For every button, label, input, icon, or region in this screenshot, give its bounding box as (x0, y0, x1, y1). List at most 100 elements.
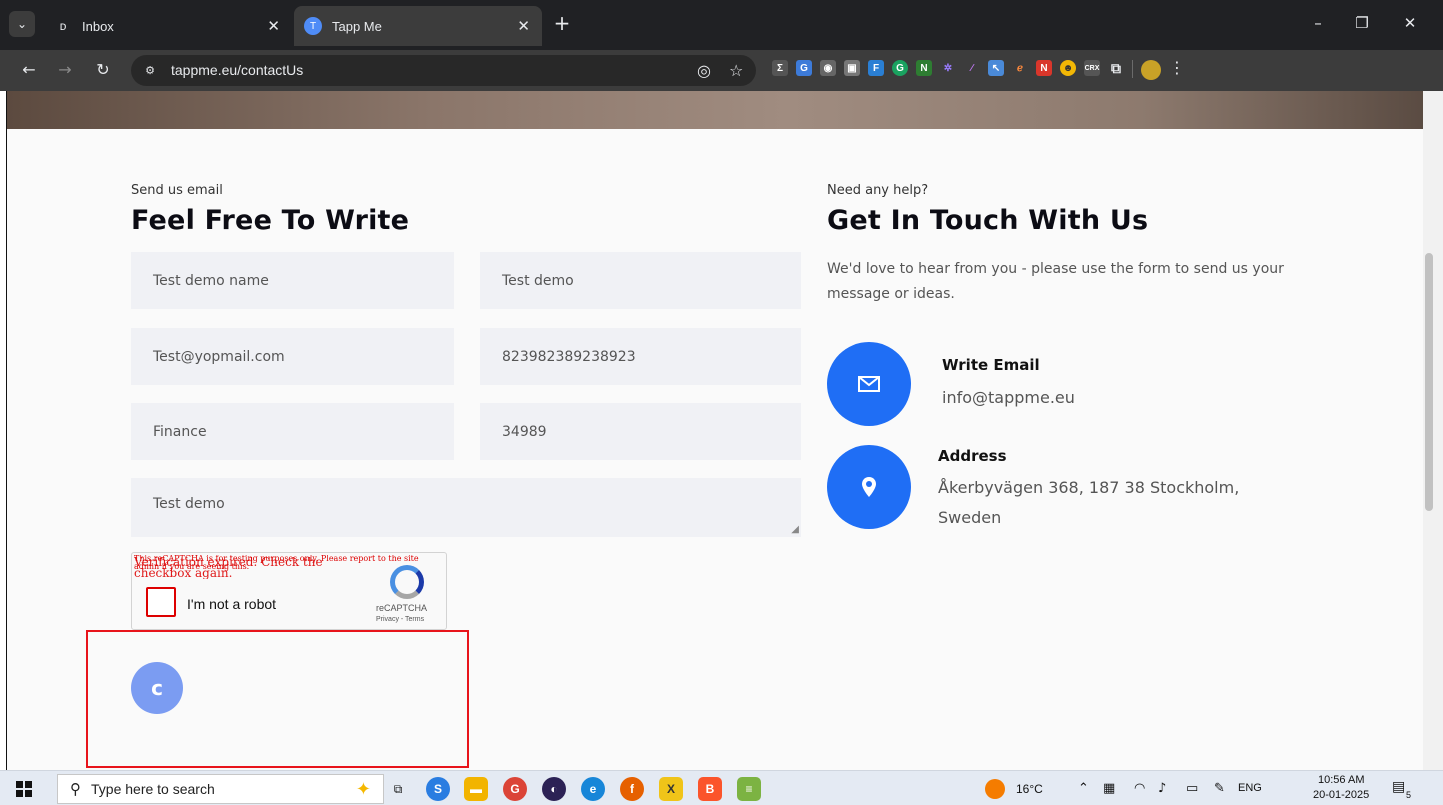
taskbar: ⚲ Type here to search ✦ ⧉ S ▬ G ◐ e f X … (0, 770, 1443, 805)
address-circle (827, 445, 911, 529)
wifi-icon[interactable]: ◠ (1134, 781, 1145, 796)
resize-handle-icon[interactable]: ◢ (791, 524, 799, 535)
excel-tool-icon[interactable]: X (659, 777, 683, 801)
recaptcha-widget: This reCAPTCHA is for testing purposes o… (131, 552, 447, 630)
taskbar-search[interactable]: ⚲ Type here to search ✦ (57, 774, 384, 804)
chevron-up-icon[interactable]: ⌃ (1078, 781, 1089, 796)
close-icon[interactable]: ✕ (517, 17, 530, 35)
recaptcha-brand: reCAPTCHA (376, 603, 428, 613)
chrome-icon[interactable]: G (503, 777, 527, 801)
pen-tray-icon[interactable]: ✎ (1214, 781, 1225, 796)
new-tab-button[interactable]: + (552, 11, 572, 35)
page-viewport: Send us email Feel Free To Write Test de… (0, 91, 1443, 770)
screen: ⌄ ᴅ Inbox ✕ T Tapp Me ✕ + – ❐ ✕ ← → ↻ ⚙ … (0, 0, 1443, 805)
loading-spinner-icon: c (151, 676, 163, 700)
address-title: Address (938, 447, 1007, 465)
back-arrow-icon[interactable]: ← (18, 60, 40, 79)
skype-icon[interactable]: S (426, 777, 450, 801)
submit-button[interactable]: c (131, 662, 183, 714)
zip-field[interactable]: 34989 (480, 403, 801, 460)
contact-eyebrow: Need any help? (827, 183, 929, 198)
clock-date[interactable]: 20-01-2025 (1313, 789, 1369, 801)
edge-icon[interactable]: e (581, 777, 605, 801)
tab-title: Inbox (82, 18, 114, 34)
notification-icon[interactable]: ▤ (1392, 779, 1405, 795)
weather-icon[interactable] (985, 779, 1005, 799)
recaptcha-expired-message: Verification expired. Check the checkbox… (134, 557, 323, 579)
recaptcha-checkbox[interactable] (146, 587, 176, 617)
phone-field[interactable]: 823982389238923 (480, 328, 801, 385)
chevron-down-icon[interactable]: ⌄ (9, 11, 35, 37)
f-extension-icon[interactable]: F (868, 60, 884, 76)
subject-field[interactable]: Finance (131, 403, 454, 460)
eye-slash-icon[interactable]: ◎ (697, 61, 711, 80)
translate-extension-icon[interactable]: G (796, 60, 812, 76)
kebab-menu-icon[interactable]: ⋮ (1169, 60, 1185, 80)
scrollbar-thumb[interactable] (1425, 253, 1433, 511)
email-circle (827, 342, 911, 426)
notification-badge: 5 (1406, 790, 1412, 800)
task-view-icon[interactable]: ⧉ (386, 777, 410, 801)
extensions-row: Σ G ◉ ▣ F G N ✲ ∕ ↖ ℯ N ☻ CRX ⧉ ⋮ (772, 60, 1185, 80)
message-textarea[interactable]: Test demo ◢ (131, 478, 801, 537)
grammarly-extension-icon[interactable]: G (892, 60, 908, 76)
weather-temp[interactable]: 16°C (1016, 782, 1043, 796)
tab-inbox[interactable]: ᴅ Inbox ✕ (44, 6, 292, 46)
minimize-button[interactable]: – (1308, 14, 1328, 32)
site-settings-icon[interactable]: ⚙ (141, 62, 159, 79)
avatar[interactable] (1141, 60, 1161, 80)
close-window-button[interactable]: ✕ (1400, 14, 1420, 32)
browser-toolbar: ← → ↻ ⚙ tappme.eu/contactUs ◎ ☆ Σ G ◉ ▣ … (0, 50, 1443, 91)
reload-icon[interactable]: ↻ (92, 60, 114, 79)
eclipse-icon[interactable]: ◐ (542, 777, 566, 801)
cursor-extension-icon[interactable]: ↖ (988, 60, 1004, 76)
address-bar[interactable]: ⚙ tappme.eu/contactUs ◎ ☆ (131, 55, 756, 86)
screenshot-extension-icon[interactable]: ◉ (820, 60, 836, 76)
windows-start-icon[interactable] (16, 781, 32, 797)
search-icon: ⚲ (70, 780, 81, 798)
address-value: Åkerbyvägen 368, 187 38 Stockholm, Swede… (938, 478, 1240, 527)
clock-time[interactable]: 10:56 AM (1318, 774, 1364, 786)
battery-icon[interactable]: ▭ (1186, 781, 1198, 796)
name-field[interactable]: Test demo name (131, 252, 454, 309)
tappme-favicon-icon: T (304, 17, 322, 35)
crx-extension-icon[interactable]: CRX (1084, 60, 1100, 76)
browser-tab-strip: ⌄ ᴅ Inbox ✕ T Tapp Me ✕ + – ❐ ✕ (0, 0, 1443, 50)
new-badge-extension-icon[interactable]: N (1036, 60, 1052, 76)
firefox-icon[interactable]: f (620, 777, 644, 801)
contact-lead: We'd love to hear from you - please use … (827, 261, 1284, 302)
recaptcha-label: I'm not a robot (187, 596, 277, 612)
star-icon[interactable]: ☆ (729, 61, 743, 80)
close-icon[interactable]: ✕ (267, 17, 280, 35)
notepad-icon[interactable]: ≡ (737, 777, 761, 801)
pen-extension-icon[interactable]: ∕ (964, 60, 980, 76)
url-text: tappme.eu/contactUs (171, 62, 304, 78)
volume-icon[interactable]: ♪ (1158, 781, 1166, 796)
language-indicator[interactable]: ENG (1238, 782, 1262, 794)
forward-arrow-icon[interactable]: → (54, 60, 76, 79)
restore-button[interactable]: ❐ (1352, 14, 1372, 32)
emoji-extension-icon[interactable]: ☻ (1060, 60, 1076, 76)
brave-icon[interactable]: B (698, 777, 722, 801)
puzzle-extensions-icon[interactable]: ⧉ (1108, 60, 1124, 76)
recaptcha-terms-link[interactable]: Privacy - Terms (376, 616, 424, 623)
window-frame-left (0, 91, 7, 770)
sparkle-icon: ✦ (355, 778, 371, 800)
toolbar-divider (1132, 60, 1133, 78)
search-placeholder: Type here to search (91, 781, 215, 797)
inbox-favicon-icon: ᴅ (59, 19, 67, 33)
email-title: Write Email (942, 356, 1040, 374)
file-explorer-icon[interactable]: ▬ (464, 777, 488, 801)
email-value[interactable]: info@tappme.eu (942, 383, 1075, 413)
n-extension-icon[interactable]: N (916, 60, 932, 76)
envelope-icon (858, 376, 880, 392)
email-field[interactable]: Test@yopmail.com (131, 328, 454, 385)
last-name-field[interactable]: Test demo (480, 252, 801, 309)
gear-extension-icon[interactable]: ✲ (940, 60, 956, 76)
sigma-extension-icon[interactable]: Σ (772, 60, 788, 76)
swirl-extension-icon[interactable]: ℯ (1012, 60, 1028, 76)
window-extension-icon[interactable]: ▣ (844, 60, 860, 76)
tab-tapp-me[interactable]: T Tapp Me ✕ (294, 6, 542, 46)
recaptcha-logo-icon (390, 565, 424, 599)
network-icon[interactable]: ▦ (1103, 781, 1115, 796)
